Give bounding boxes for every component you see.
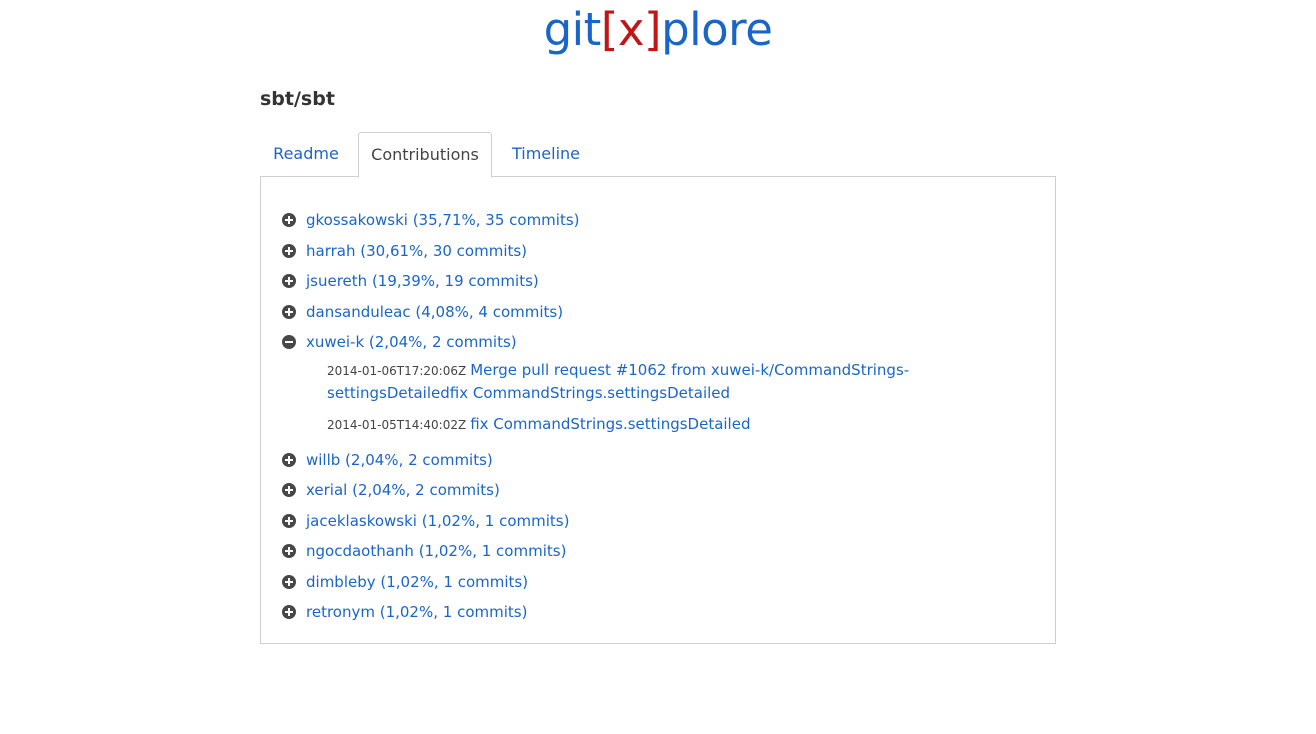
contributor-toggle[interactable]: xerial (2,04%, 2 commits) bbox=[281, 475, 1041, 506]
contributor-label[interactable]: dimbleby (1,02%, 1 commits) bbox=[306, 573, 528, 591]
contributor-item: dansanduleac (4,08%, 4 commits) bbox=[281, 297, 1041, 328]
contributor-item: harrah (30,61%, 30 commits) bbox=[281, 236, 1041, 267]
commit-timestamp: 2014-01-05T14:40:02Z bbox=[327, 417, 467, 432]
plus-circle-icon[interactable] bbox=[282, 605, 296, 620]
tab-bar: Readme Contributions Timeline bbox=[260, 132, 1056, 178]
plus-circle-icon[interactable] bbox=[282, 304, 296, 319]
plus-circle-icon[interactable] bbox=[282, 574, 296, 589]
contributor-label[interactable]: xerial (2,04%, 2 commits) bbox=[306, 481, 500, 499]
plus-circle-icon[interactable] bbox=[282, 274, 296, 289]
plus-circle-icon[interactable] bbox=[282, 513, 296, 528]
contributor-label[interactable]: jaceklaskowski (1,02%, 1 commits) bbox=[306, 512, 569, 530]
contributor-label[interactable]: ngocdaothanh (1,02%, 1 commits) bbox=[306, 542, 566, 560]
contributor-label[interactable]: harrah (30,61%, 30 commits) bbox=[306, 242, 527, 260]
plus-circle-icon[interactable] bbox=[282, 213, 296, 228]
contributor-toggle[interactable]: xuwei-k (2,04%, 2 commits) bbox=[281, 327, 1041, 358]
contributor-item: jsuereth (19,39%, 19 commits) bbox=[281, 266, 1041, 297]
contributor-toggle[interactable]: jsuereth (19,39%, 19 commits) bbox=[281, 266, 1041, 297]
contributor-item: xerial (2,04%, 2 commits) bbox=[281, 475, 1041, 506]
commit-message-link[interactable]: fix CommandStrings.settingsDetailed bbox=[470, 415, 750, 433]
logo-text-plore: plore bbox=[661, 3, 773, 56]
contributor-toggle[interactable]: gkossakowski (35,71%, 35 commits) bbox=[281, 205, 1041, 236]
contributor-toggle[interactable]: retronym (1,02%, 1 commits) bbox=[281, 597, 1041, 628]
commit-list: 2014-01-06T17:20:06Z Merge pull request #… bbox=[281, 359, 1041, 436]
commit-item: 2014-01-05T14:40:02Z fix CommandStrings.s… bbox=[327, 413, 1041, 436]
minus-circle-icon[interactable] bbox=[282, 335, 296, 350]
plus-circle-icon[interactable] bbox=[282, 452, 296, 467]
plus-circle-icon[interactable] bbox=[282, 243, 296, 258]
commit-timestamp: 2014-01-06T17:20:06Z bbox=[327, 363, 467, 378]
contributor-item: gkossakowski (35,71%, 35 commits) bbox=[281, 205, 1041, 236]
logo-text-git: git bbox=[543, 3, 602, 56]
contributor-label[interactable]: willb (2,04%, 2 commits) bbox=[306, 451, 493, 469]
contributor-toggle[interactable]: willb (2,04%, 2 commits) bbox=[281, 445, 1041, 476]
contributor-item: ngocdaothanh (1,02%, 1 commits) bbox=[281, 536, 1041, 567]
contributions-panel: gkossakowski (35,71%, 35 commits) harrah … bbox=[260, 176, 1056, 644]
logo-text-x: [x] bbox=[600, 3, 662, 56]
contributor-toggle[interactable]: dimbleby (1,02%, 1 commits) bbox=[281, 567, 1041, 598]
contributor-label[interactable]: dansanduleac (4,08%, 4 commits) bbox=[306, 303, 563, 321]
plus-circle-icon[interactable] bbox=[282, 544, 296, 559]
plus-circle-icon[interactable] bbox=[282, 483, 296, 498]
contributor-label[interactable]: jsuereth (19,39%, 19 commits) bbox=[306, 272, 539, 290]
contributor-toggle[interactable]: jaceklaskowski (1,02%, 1 commits) bbox=[281, 506, 1041, 537]
tab-readme[interactable]: Readme bbox=[260, 132, 352, 176]
contributor-label[interactable]: gkossakowski (35,71%, 35 commits) bbox=[306, 211, 580, 229]
contributor-item: jaceklaskowski (1,02%, 1 commits) bbox=[281, 506, 1041, 537]
app-logo[interactable]: git[x]plore bbox=[0, 2, 1316, 58]
contributor-label[interactable]: retronym (1,02%, 1 commits) bbox=[306, 603, 527, 621]
contributor-toggle[interactable]: dansanduleac (4,08%, 4 commits) bbox=[281, 297, 1041, 328]
tab-timeline[interactable]: Timeline bbox=[498, 132, 594, 176]
contributor-toggle[interactable]: ngocdaothanh (1,02%, 1 commits) bbox=[281, 536, 1041, 567]
contributor-item: xuwei-k (2,04%, 2 commits) 2014-01-06T17:… bbox=[281, 327, 1041, 436]
contributor-item: retronym (1,02%, 1 commits) bbox=[281, 597, 1041, 628]
commit-item: 2014-01-06T17:20:06Z Merge pull request #… bbox=[327, 359, 1041, 404]
repo-title: sbt/sbt bbox=[260, 88, 335, 110]
tab-contributions[interactable]: Contributions bbox=[358, 132, 492, 178]
contributor-toggle[interactable]: harrah (30,61%, 30 commits) bbox=[281, 236, 1041, 267]
contributor-item: dimbleby (1,02%, 1 commits) bbox=[281, 567, 1041, 598]
contributor-label[interactable]: xuwei-k (2,04%, 2 commits) bbox=[306, 333, 517, 351]
contributor-item: willb (2,04%, 2 commits) bbox=[281, 445, 1041, 476]
contributor-list: gkossakowski (35,71%, 35 commits) harrah … bbox=[281, 205, 1041, 628]
